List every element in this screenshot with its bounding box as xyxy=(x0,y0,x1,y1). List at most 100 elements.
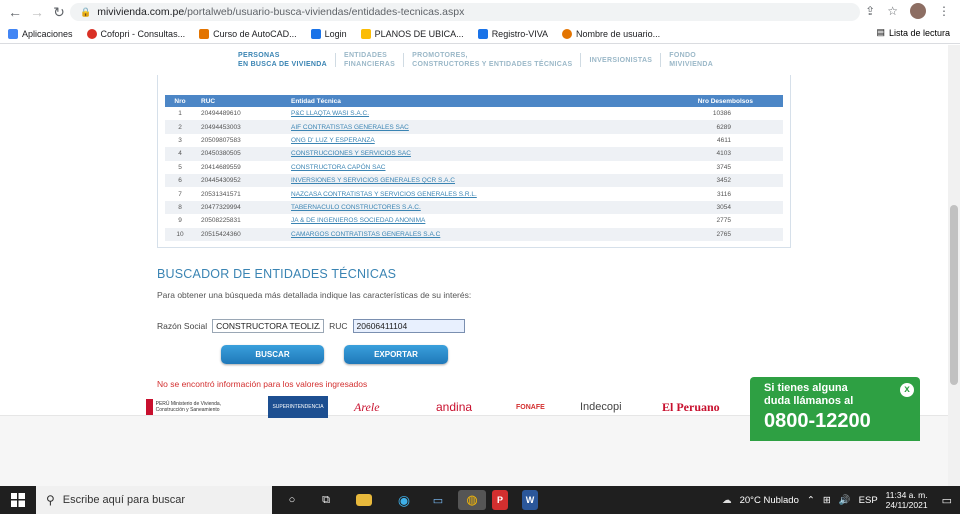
tab-fondo-mivivienda[interactable]: FONDO MIVIVIENDA xyxy=(661,51,721,69)
system-tray: ☁ 20°C Nublado ⌃ ⊞ 🔊 ESP 11:34 a. m. 24/… xyxy=(722,486,960,514)
ruc-label: RUC xyxy=(329,321,348,331)
logo-el-peruano[interactable]: El Peruano xyxy=(662,396,722,418)
buscar-button[interactable]: BUSCAR xyxy=(221,345,324,364)
search-form: Razón Social RUC xyxy=(157,319,465,333)
search-subtitle: Para obtener una búsqueda más detallada … xyxy=(157,290,472,300)
registro-icon xyxy=(477,28,488,39)
peru-shield-icon xyxy=(146,399,153,415)
table-row: 6 20445430952 INVERSIONES Y SERVICIOS GENE… xyxy=(165,173,783,188)
table-header: Nro RUC Entidad Técnica Nro Desembolsos xyxy=(165,95,783,107)
tab-personas[interactable]: PERSONAS EN BUSCA DE VIVIENDA xyxy=(230,51,335,69)
table-row: 8 20477329994 TABERNACULO CONSTRUCTORES S.… xyxy=(165,200,783,215)
reload-icon[interactable]: ↻ xyxy=(48,4,70,21)
scrollbar-thumb[interactable] xyxy=(950,205,958,385)
help-callout[interactable]: Si tienes alguna duda llámanos al 0800-1… xyxy=(750,377,920,441)
user-icon xyxy=(562,28,573,39)
header-entidad: Entidad Técnica xyxy=(285,95,626,107)
tab-entidades-financieras[interactable]: ENTIDADES FINANCIERAS xyxy=(336,51,403,69)
autocad-icon xyxy=(199,28,210,39)
bookmark-cofopri[interactable]: Cofopri - Consultas... xyxy=(86,28,185,39)
weather-icon: ☁ xyxy=(722,494,732,506)
reading-list[interactable]: ▤ Lista de lectura xyxy=(876,27,950,38)
login-icon xyxy=(310,28,321,39)
entidad-link[interactable]: ONG D' LUZ Y ESPERANZA xyxy=(285,134,626,147)
entidad-link[interactable]: AIF CONTRATISTAS GENERALES SAC xyxy=(285,120,626,134)
search-icon: ⚲ xyxy=(46,493,55,507)
entidad-link[interactable]: TABERNACULO CONSTRUCTORES S.A.C. xyxy=(285,200,626,215)
menu-icon[interactable]: ⋮ xyxy=(938,4,950,18)
chrome-icon[interactable]: ◍ xyxy=(458,490,486,510)
url-path: /portalweb/usuario-busca-viviendas/entid… xyxy=(184,6,465,18)
weather-text[interactable]: 20°C Nublado xyxy=(740,495,799,506)
store-icon[interactable]: ▭ xyxy=(424,490,452,510)
logo-arele[interactable]: Arele xyxy=(354,396,412,418)
page-scrollbar[interactable] xyxy=(948,45,960,486)
table-row: 1 20494489610 P&C LLAQTA WASI S.A.C. 10386 xyxy=(165,107,783,120)
clock[interactable]: 11:34 a. m. 24/11/2021 xyxy=(886,490,928,510)
tab-promotores[interactable]: PROMOTORES, CONSTRUCTORES Y ENTIDADES TÉC… xyxy=(404,51,580,69)
chevron-up-icon[interactable]: ⌃ xyxy=(807,495,815,506)
star-icon[interactable]: ☆ xyxy=(887,4,898,18)
error-message: No se encontró información para los valo… xyxy=(157,379,368,389)
address-bar[interactable]: 🔒 mivivienda.com.pe/portalweb/usuario-bu… xyxy=(70,3,860,21)
share-icon[interactable]: ⇪ xyxy=(865,4,875,18)
table-row: 5 20414689559 CONSTRUCTORA CAPÓN SAC 3745 xyxy=(165,161,783,174)
entidad-link[interactable]: CONSTRUCTORA CAPÓN SAC xyxy=(285,161,626,174)
table-row: 9 20508225831 JA & DE INGENIEROS SOCIEDAD … xyxy=(165,214,783,227)
entidad-link[interactable]: NAZCASA CONTRATISTAS Y SERVICIOS GENERAL… xyxy=(285,187,626,200)
bookmark-registro-viva[interactable]: Registro-VIVA xyxy=(477,28,548,39)
table-row: 10 20515424360 CAMARGOS CONTRATISTAS GENER… xyxy=(165,227,783,241)
pdf-icon[interactable]: P xyxy=(492,490,508,510)
bookmark-autocad[interactable]: Curso de AutoCAD... xyxy=(199,28,297,39)
bookmark-nombre-usuario[interactable]: Nombre de usuario... xyxy=(562,28,660,39)
entidad-link[interactable]: INVERSIONES Y SERVICIOS GENERALES QCR S.… xyxy=(285,173,626,188)
bookmarks-bar: Aplicaciones Cofopri - Consultas... Curs… xyxy=(0,24,960,44)
table-row: 7 20531341571 NAZCASA CONTRATISTAS Y SERVI… xyxy=(165,187,783,200)
url-domain: mivivienda.com.pe xyxy=(97,6,185,18)
exportar-button[interactable]: EXPORTAR xyxy=(344,345,448,364)
cortana-icon[interactable]: ○ xyxy=(278,490,306,510)
task-view-icon[interactable]: ⧉ xyxy=(312,490,340,510)
edge-icon[interactable]: ◉ xyxy=(390,490,418,510)
cofopri-icon xyxy=(86,28,97,39)
file-explorer-icon[interactable] xyxy=(356,494,372,506)
logo-superintendencia[interactable]: SUPERINTENDENCIA xyxy=(268,396,328,418)
entidad-link[interactable]: P&C LLAQTA WASI S.A.C. xyxy=(285,107,626,120)
logo-indecopi[interactable]: Indecopi xyxy=(580,396,642,418)
browser-toolbar: ← → ↻ 🔒 mivivienda.com.pe/portalweb/usua… xyxy=(0,0,960,24)
close-icon[interactable]: x xyxy=(900,383,914,397)
windows-logo-icon xyxy=(11,493,25,507)
taskbar-search[interactable]: ⚲ Escribe aquí para buscar xyxy=(36,486,272,514)
entidad-link[interactable]: CONSTRUCCIONES Y SERVICIOS SAC xyxy=(285,147,626,161)
bookmark-login[interactable]: Login xyxy=(310,28,347,39)
header-nro: Nro xyxy=(165,95,195,107)
table-row: 3 20509807583 ONG D' LUZ Y ESPERANZA 4611 xyxy=(165,134,783,147)
razon-social-label: Razón Social xyxy=(157,321,208,331)
network-icon[interactable]: ⊞ xyxy=(823,495,831,506)
language-indicator[interactable]: ESP xyxy=(859,495,878,506)
back-icon[interactable]: ← xyxy=(4,4,26,20)
bookmark-planos[interactable]: PLANOS DE UBICA... xyxy=(360,28,464,39)
tab-inversionistas[interactable]: INVERSIONISTAS xyxy=(581,51,660,69)
logo-fonafe[interactable]: FONAFE xyxy=(516,396,558,418)
bookmark-aplicaciones[interactable]: Aplicaciones xyxy=(8,28,73,39)
logo-andina[interactable]: andina xyxy=(436,396,494,418)
windows-start-button[interactable] xyxy=(0,493,36,507)
razon-social-input[interactable] xyxy=(212,319,325,333)
header-ruc: RUC xyxy=(195,95,285,107)
avatar[interactable] xyxy=(910,3,926,19)
word-icon[interactable]: W xyxy=(522,490,538,510)
volume-icon[interactable]: 🔊 xyxy=(839,495,851,506)
taskbar: ⚲ Escribe aquí para buscar ○ ⧉ ◉ ▭ ◍ P W… xyxy=(0,486,960,514)
table-row: 4 20450380505 CONSTRUCCIONES Y SERVICIOS S… xyxy=(165,147,783,161)
forward-icon[interactable]: → xyxy=(26,4,48,20)
apps-grid-icon xyxy=(8,28,18,39)
entidad-link[interactable]: JA & DE INGENIEROS SOCIEDAD ANONIMA xyxy=(285,214,626,227)
drive-icon xyxy=(360,28,371,39)
ruc-input[interactable] xyxy=(352,319,465,333)
entidad-link[interactable]: CAMARGOS CONTRATISTAS GENERALES S.A.C xyxy=(285,227,626,241)
top-tabs: PERSONAS EN BUSCA DE VIVIENDA ENTIDADES FI… xyxy=(230,51,721,69)
phone-number: 0800-12200 xyxy=(764,410,871,432)
notification-icon[interactable]: ▭ xyxy=(942,494,952,507)
logo-ministerio[interactable]: PERÚ Ministerio de Vivienda, Construcció… xyxy=(146,396,242,418)
